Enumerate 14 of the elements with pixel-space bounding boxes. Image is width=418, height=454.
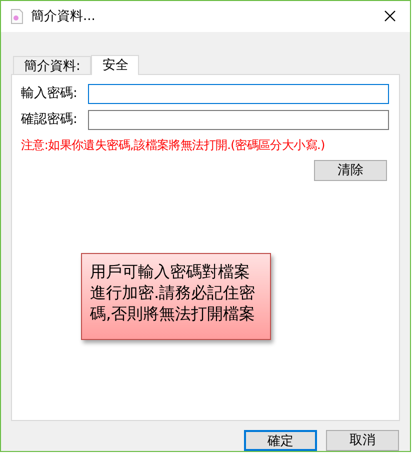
window-title: 簡介資料... (31, 8, 96, 26)
tab[interactable]: 簡介資料: (13, 56, 92, 74)
field-label: 確認密碼: (21, 111, 78, 130)
password-field[interactable] (88, 110, 389, 130)
callout: 用戶可輸入密碼對檔案進行加密.請務必記住密碼,否則將無法打開檔案 (81, 252, 271, 340)
clear-button[interactable]: 清除 (314, 160, 387, 181)
document-icon (11, 8, 23, 24)
dialog-button[interactable]: 確定 (244, 430, 317, 451)
password-field[interactable] (88, 84, 389, 104)
warning-text: 注意:如果你遺失密碼,該檔案將無法打開.(密碼區分大小寫.) (21, 136, 326, 154)
dialog-button[interactable]: 取消 (326, 430, 399, 451)
field-label: 輸入密碼: (21, 85, 78, 104)
tab[interactable]: 安全 (91, 54, 140, 75)
close-icon (384, 10, 396, 22)
